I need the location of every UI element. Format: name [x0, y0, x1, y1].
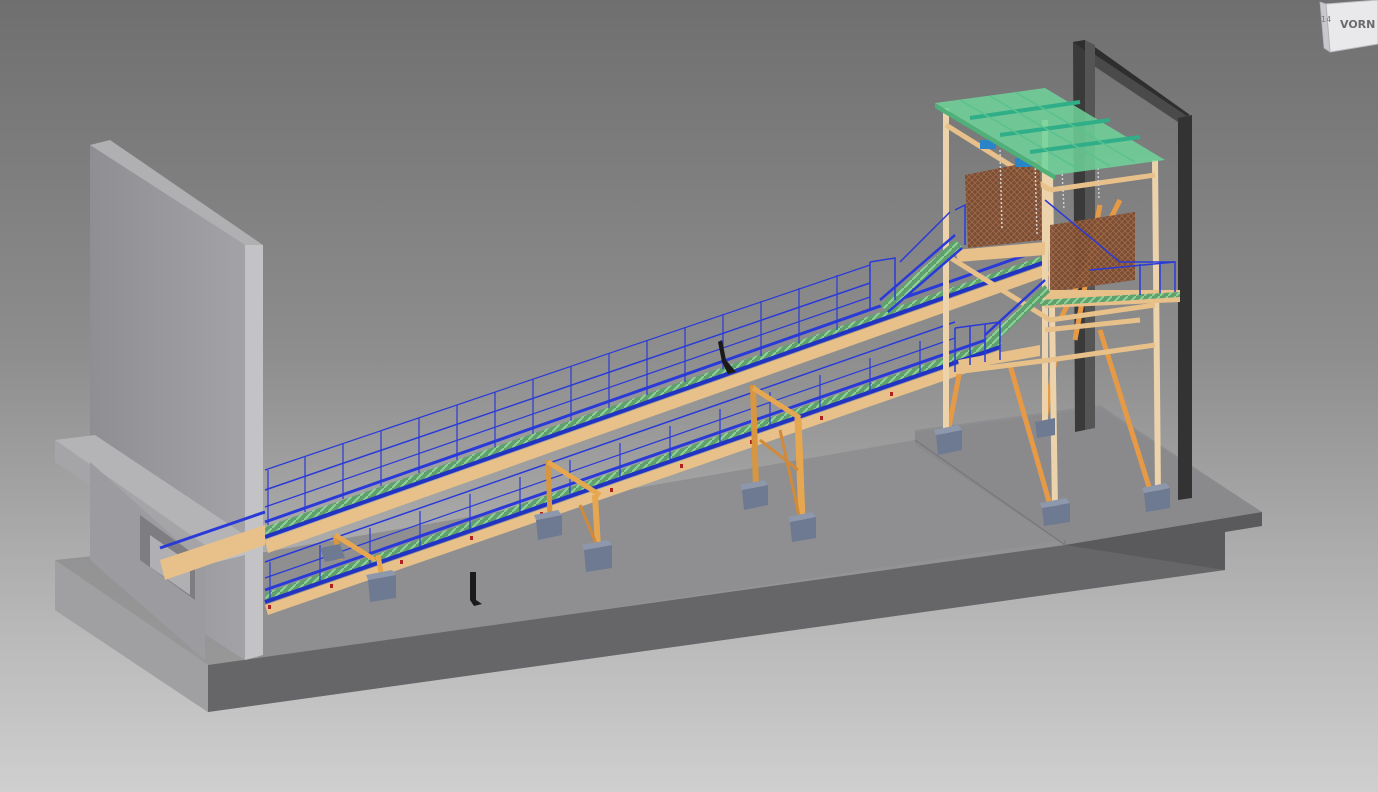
viewcube-widget[interactable]: VORN 14	[1318, 0, 1378, 56]
cad-model-scene[interactable]	[0, 0, 1378, 792]
viewcube-edge-label[interactable]: 14	[1321, 15, 1331, 24]
viewcube-front-label[interactable]: VORN	[1340, 18, 1375, 31]
3d-viewport[interactable]: VORN 14	[0, 0, 1378, 792]
tower-roof	[935, 88, 1165, 180]
mesh-panel	[965, 160, 1042, 248]
mesh-panel	[1050, 212, 1135, 292]
